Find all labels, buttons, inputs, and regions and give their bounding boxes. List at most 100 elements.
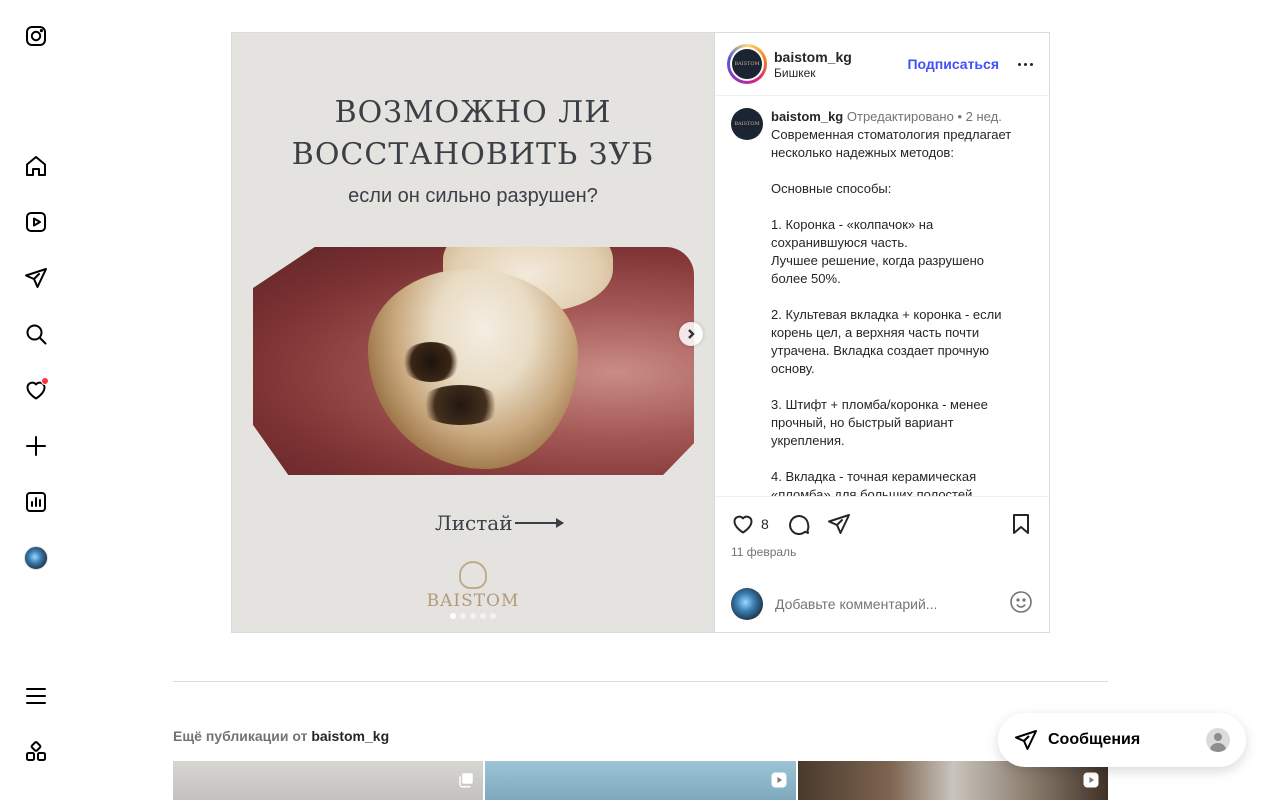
caption-line: 1. Коронка - «колпачок» на [771,217,934,232]
notifications-heart-icon[interactable] [20,374,52,406]
carousel-dot [490,613,496,619]
reel-icon [770,771,788,789]
caption-lines: Современная стоматология предлагает неско… [771,126,1011,496]
brand-name: BAISTOM [426,591,520,611]
caption-line: Современная стоматология предлагает [771,127,1012,142]
caption-line: укрепления. [771,433,845,448]
author-avatar-text: BAISTOM [730,47,764,81]
caption-line: 4. Вкладка - точная керамическая [771,469,977,484]
tooth-photo [253,247,694,475]
reel-icon [1082,771,1100,789]
carousel-dots [232,613,714,619]
post-location[interactable]: Бишкек [774,66,907,81]
menu-hamburger-icon[interactable] [20,680,52,712]
caption-line [771,198,1011,216]
post-thumbnail[interactable] [485,761,796,800]
caption-line: Основные способы: [771,181,892,196]
carousel-next-button[interactable] [679,322,703,346]
more-posts-heading: Ещё публикации от baistom_kg [173,728,389,744]
caption-line: корень цел, а верхняя часть почти [771,325,980,340]
caption-line: сохранившуюся часть. [771,235,908,250]
author-avatar[interactable]: BAISTOM [727,44,767,84]
like-button[interactable]: 8 [731,512,769,536]
carousel-dot [450,613,456,619]
caption-line: утрачена. Вкладка создает прочную [771,343,989,358]
post-media-carousel[interactable]: ВОЗМОЖНО ЛИ ВОССТАНОВИТЬ ЗУБ если он сил… [232,33,715,632]
post-date[interactable]: 11 февраль [731,545,1033,559]
caption-line [771,288,1011,306]
home-icon[interactable] [20,150,52,182]
caption-username[interactable]: baistom_kg [771,109,843,124]
decay-spot [418,385,503,425]
apps-grid-icon[interactable] [20,736,52,768]
section-divider [173,681,1108,682]
meta-separator: • [957,109,963,124]
avatar [24,546,48,570]
carousel-dot [480,613,486,619]
avatar [731,588,763,620]
carousel-dot [460,613,466,619]
follow-button[interactable]: Подписаться [907,56,999,72]
caption-line: «пломба» для больших полостей [771,487,973,496]
caption-line [771,162,1011,180]
like-count[interactable]: 8 [761,516,769,532]
heart-icon [733,515,753,534]
caption-scroll-area[interactable]: BAISTOM baistom_kg Отредактировано • 2 н… [715,96,1049,496]
avatar [1206,728,1230,752]
arrow-right-icon [514,518,564,528]
author-username[interactable]: baistom_kg [774,48,907,66]
more-posts-prefix: Ещё публикации от [173,728,308,744]
caption-line: 2. Культевая вкладка + коронка - если [771,307,1002,322]
post-actions: 8 11 февраль [715,496,1049,575]
comment-input[interactable] [775,596,1009,612]
paper-plane-icon [1015,730,1037,750]
reels-icon[interactable] [20,206,52,238]
caption-line: 3. Штифт + пломба/коронка - менее [771,397,988,412]
swipe-label: Листай [435,511,513,535]
media-subtitle: если он сильно разрушен? [348,185,598,207]
share-button[interactable] [827,512,851,536]
swipe-hint: Листай [435,511,564,535]
bookmark-icon [1013,514,1029,534]
paper-plane-icon [827,514,850,534]
profile-button[interactable] [20,542,52,574]
post-card: ВОЗМОЖНО ЛИ ВОССТАНОВИТЬ ЗУБ если он сил… [231,32,1050,633]
caption-line [771,450,1011,468]
comment-composer [715,576,1049,632]
caption-author-avatar[interactable]: BAISTOM [731,108,763,140]
left-nav-rail [0,0,72,800]
caption-line: основу. [771,361,815,376]
emoji-icon[interactable] [1009,590,1033,619]
post-header: BAISTOM baistom_kg Бишкек Подписаться [715,33,1049,96]
save-button[interactable] [1009,512,1033,536]
chevron-right-icon [688,329,695,339]
caption-line [771,378,1011,396]
post-time[interactable]: 2 нед. [966,109,1002,124]
brand-logo: BAISTOM [232,561,714,611]
post-sidebar: BAISTOM baistom_kg Бишкек Подписаться BA… [715,33,1049,632]
caption-line: прочный, но быстрый вариант [771,415,954,430]
direct-icon[interactable] [20,262,52,294]
comment-icon [788,515,810,536]
edited-label: Отредактировано [846,109,954,124]
insights-chart-icon[interactable] [20,486,52,518]
notification-dot [41,377,49,385]
more-posts-username[interactable]: baistom_kg [311,728,389,744]
carousel-icon [457,771,475,789]
decay-spot [401,342,461,382]
create-plus-icon[interactable] [20,430,52,462]
comment-button[interactable] [787,512,811,536]
damaged-tooth-shape [368,269,578,469]
post-thumbnail[interactable] [173,761,484,800]
search-icon[interactable] [20,318,52,350]
more-posts-grid [173,761,1108,800]
messages-button[interactable]: Сообщения [998,713,1246,767]
more-options-icon[interactable] [1013,52,1037,76]
media-title-line-1: ВОЗМОЖНО ЛИ [334,95,612,130]
caption-text: baistom_kg Отредактировано • 2 нед. Совр… [771,108,1011,496]
caption-line: Лучшее решение, когда разрушено [771,253,985,268]
instagram-logo-icon[interactable] [20,20,52,52]
caption-line: несколько надежных методов: [771,145,954,160]
caption-line: более 50%. [771,271,841,286]
messages-label: Сообщения [1048,731,1141,748]
